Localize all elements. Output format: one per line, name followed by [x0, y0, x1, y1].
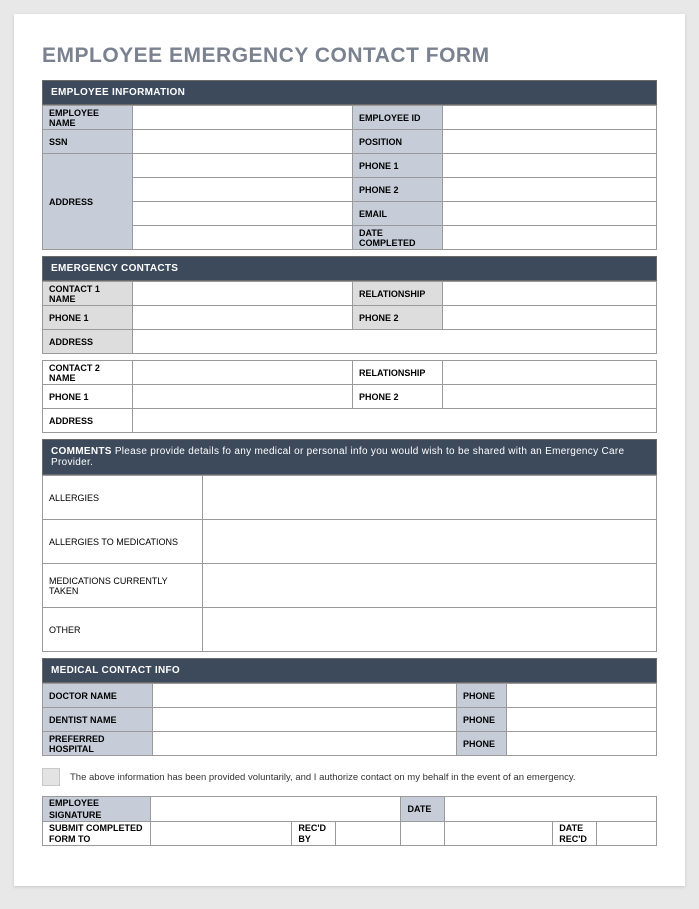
label-employee-id: EMPLOYEE ID: [353, 106, 443, 130]
authorization-row: The above information has been provided …: [42, 768, 657, 786]
form-page: EMPLOYEE EMERGENCY CONTACT FORM EMPLOYEE…: [14, 14, 685, 886]
label-c2-address: ADDRESS: [43, 409, 133, 433]
label-date-completed: DATE COMPLETED: [353, 226, 443, 250]
field-date-recd[interactable]: [597, 822, 657, 846]
label-phone2: PHONE 2: [353, 178, 443, 202]
field-other[interactable]: [203, 608, 657, 652]
label-signature: EMPLOYEE SIGNATURE: [43, 797, 151, 822]
field-address-1[interactable]: [133, 154, 353, 178]
label-address: ADDRESS: [43, 154, 133, 250]
field-recd-by-1[interactable]: [336, 822, 401, 846]
field-employee-id[interactable]: [443, 106, 657, 130]
field-c1-address[interactable]: [133, 330, 657, 354]
comments-header-bold: COMMENTS: [51, 446, 112, 457]
field-allergies[interactable]: [203, 476, 657, 520]
comments-header-text: Please provide details fo any medical or…: [51, 446, 624, 468]
label-recd-by: REC'D BY: [292, 822, 336, 846]
field-address-2[interactable]: [133, 178, 353, 202]
field-doctor-phone[interactable]: [507, 684, 657, 708]
label-date: DATE: [401, 797, 444, 822]
field-hospital[interactable]: [153, 732, 457, 756]
label-c1-relationship: RELATIONSHIP: [353, 282, 443, 306]
label-c1-phone2: PHONE 2: [353, 306, 443, 330]
field-c2-phone2[interactable]: [443, 385, 657, 409]
label-date-recd: DATE REC'D: [553, 822, 597, 846]
field-c1-phone1[interactable]: [133, 306, 353, 330]
label-ssn: SSN: [43, 130, 133, 154]
label-other: OTHER: [43, 608, 203, 652]
authorization-text: The above information has been provided …: [70, 772, 576, 783]
field-position[interactable]: [443, 130, 657, 154]
label-c1-phone1: PHONE 1: [43, 306, 133, 330]
label-employee-name: EMPLOYEE NAME: [43, 106, 133, 130]
label-meds-current: MEDICATIONS CURRENTLY TAKEN: [43, 564, 203, 608]
label-hospital-phone: PHONE: [457, 732, 507, 756]
form-title: EMPLOYEE EMERGENCY CONTACT FORM: [42, 44, 657, 68]
field-c2-relationship[interactable]: [443, 361, 657, 385]
label-hospital: PREFERRED HOSPITAL: [43, 732, 153, 756]
section-header-employee: EMPLOYEE INFORMATION: [42, 80, 657, 105]
section-header-medical: MEDICAL CONTACT INFO: [42, 658, 657, 683]
label-c2-phone2: PHONE 2: [353, 385, 443, 409]
field-phone2[interactable]: [443, 178, 657, 202]
label-phone1: PHONE 1: [353, 154, 443, 178]
field-allergies-meds[interactable]: [203, 520, 657, 564]
label-doctor-phone: PHONE: [457, 684, 507, 708]
section-header-comments: COMMENTS Please provide details fo any m…: [42, 439, 657, 475]
field-submit-to[interactable]: [151, 822, 292, 846]
field-contact1-name[interactable]: [133, 282, 353, 306]
field-date-completed[interactable]: [443, 226, 657, 250]
section-header-contacts: EMERGENCY CONTACTS: [42, 256, 657, 281]
label-contact1-name: CONTACT 1 NAME: [43, 282, 133, 306]
field-dentist[interactable]: [153, 708, 457, 732]
medical-table: DOCTOR NAME PHONE DENTIST NAME PHONE PRE…: [42, 683, 657, 756]
label-c2-relationship: RELATIONSHIP: [353, 361, 443, 385]
label-doctor: DOCTOR NAME: [43, 684, 153, 708]
label-position: POSITION: [353, 130, 443, 154]
label-c2-phone1: PHONE 1: [43, 385, 133, 409]
label-email: EMAIL: [353, 202, 443, 226]
field-meds-current[interactable]: [203, 564, 657, 608]
contacts-table-2: CONTACT 2 NAME RELATIONSHIP PHONE 1 PHON…: [42, 360, 657, 433]
field-address-4[interactable]: [133, 226, 353, 250]
field-email[interactable]: [443, 202, 657, 226]
contacts-table: CONTACT 1 NAME RELATIONSHIP PHONE 1 PHON…: [42, 281, 657, 354]
field-c2-address[interactable]: [133, 409, 657, 433]
label-allergies: ALLERGIES: [43, 476, 203, 520]
field-signature[interactable]: [151, 797, 401, 822]
field-hospital-phone[interactable]: [507, 732, 657, 756]
comments-table: ALLERGIES ALLERGIES TO MEDICATIONS MEDIC…: [42, 475, 657, 652]
label-allergies-meds: ALLERGIES TO MEDICATIONS: [43, 520, 203, 564]
label-dentist-phone: PHONE: [457, 708, 507, 732]
field-phone1[interactable]: [443, 154, 657, 178]
field-date[interactable]: [444, 797, 656, 822]
field-address-3[interactable]: [133, 202, 353, 226]
employee-table: EMPLOYEE NAME EMPLOYEE ID SSN POSITION A…: [42, 105, 657, 250]
field-employee-name[interactable]: [133, 106, 353, 130]
label-dentist: DENTIST NAME: [43, 708, 153, 732]
field-recd-by-3[interactable]: [444, 822, 552, 846]
field-c2-phone1[interactable]: [133, 385, 353, 409]
field-doctor[interactable]: [153, 684, 457, 708]
field-ssn[interactable]: [133, 130, 353, 154]
authorization-checkbox[interactable]: [42, 768, 60, 786]
signature-table: EMPLOYEE SIGNATURE DATE SUBMIT COMPLETED…: [42, 796, 657, 846]
label-submit-to: SUBMIT COMPLETED FORM TO: [43, 822, 151, 846]
field-recd-by-2[interactable]: [401, 822, 444, 846]
field-c1-phone2[interactable]: [443, 306, 657, 330]
label-contact2-name: CONTACT 2 NAME: [43, 361, 133, 385]
field-contact2-name[interactable]: [133, 361, 353, 385]
label-c1-address: ADDRESS: [43, 330, 133, 354]
field-c1-relationship[interactable]: [443, 282, 657, 306]
field-dentist-phone[interactable]: [507, 708, 657, 732]
